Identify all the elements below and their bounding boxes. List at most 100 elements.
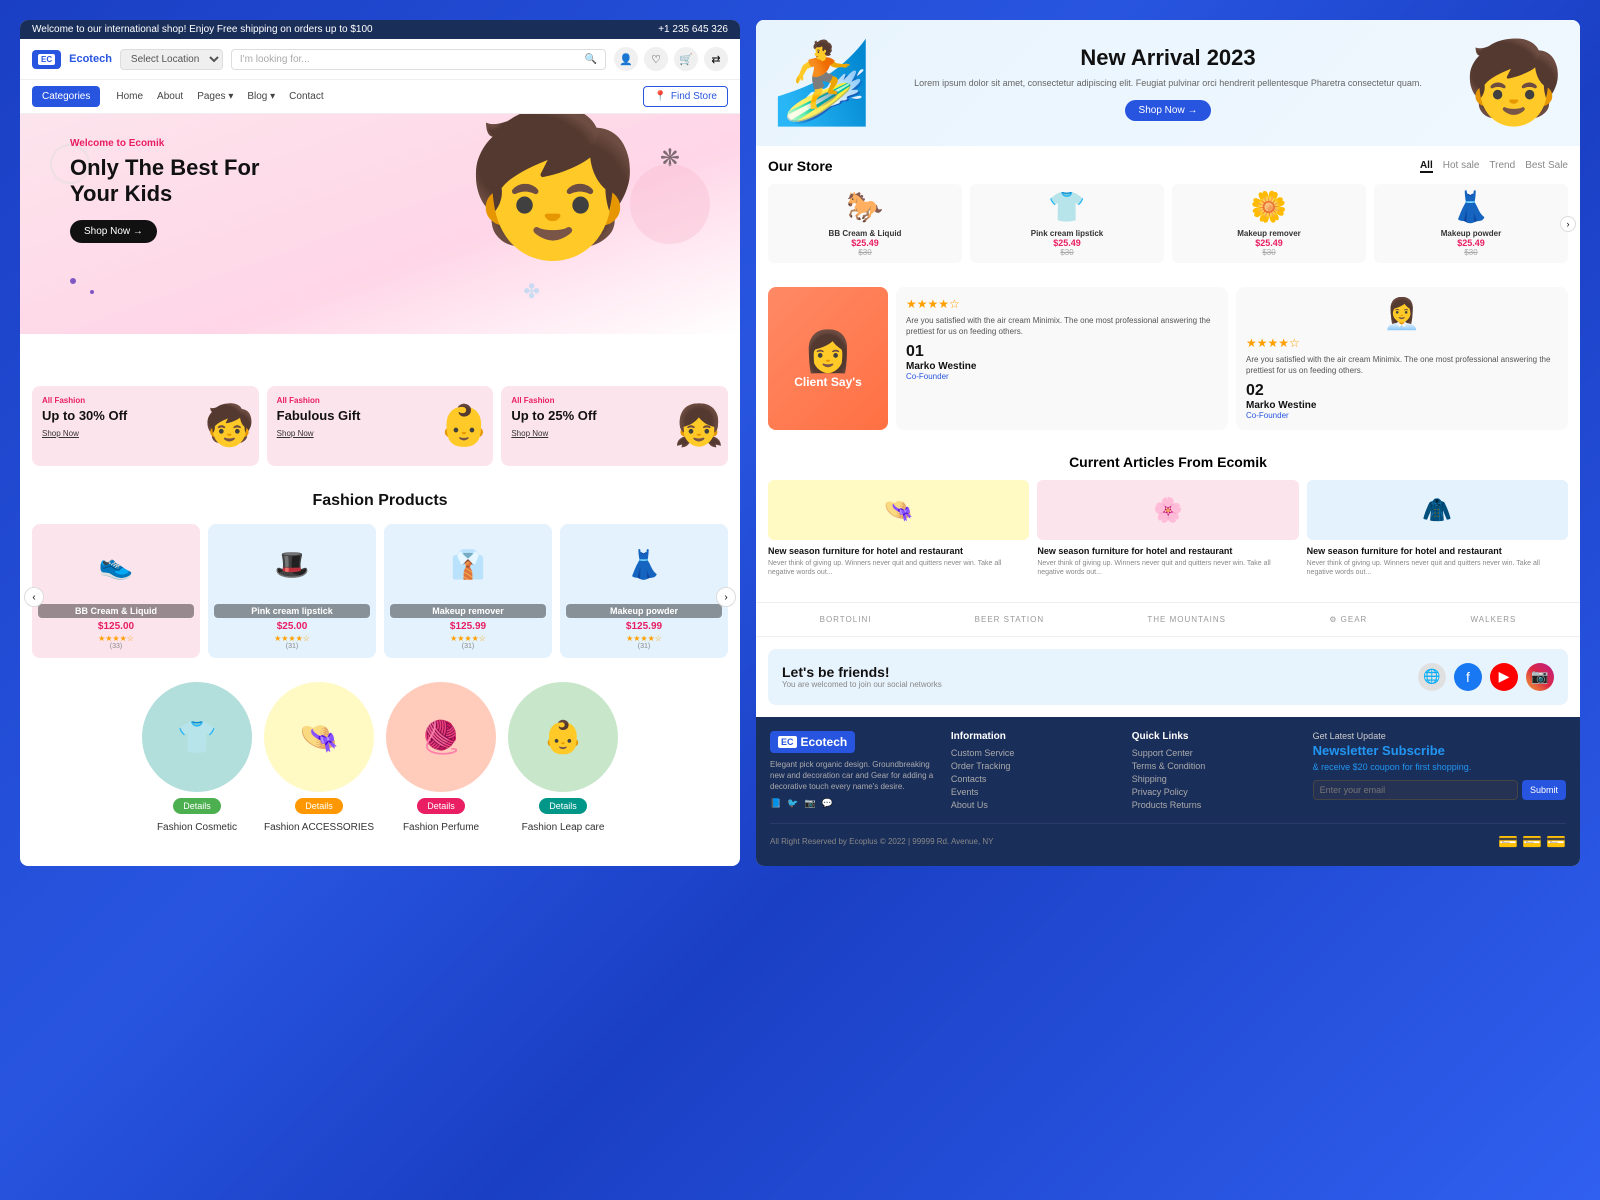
footer-info-item-4[interactable]: Events bbox=[951, 787, 1120, 797]
footer-quick-item-3[interactable]: Shipping bbox=[1132, 774, 1301, 784]
brand-mountains: THE MOUNTAINS bbox=[1147, 615, 1226, 624]
newsletter-email-input[interactable] bbox=[1313, 780, 1518, 800]
hero-cta-button[interactable]: Shop Now → bbox=[70, 220, 157, 243]
nav-contact[interactable]: Contact bbox=[289, 91, 323, 102]
cat-label-1: Fashion Cosmetic bbox=[157, 822, 237, 833]
client-figure: 👩 bbox=[803, 328, 853, 375]
hero-title-line1: Only The Best For bbox=[70, 155, 259, 180]
mastercard-icon: 💳 bbox=[1522, 832, 1542, 852]
globe-icon[interactable]: 🌐 bbox=[1418, 663, 1446, 691]
footer-tw-icon[interactable]: 🐦 bbox=[787, 798, 798, 809]
store-tab-hotsale[interactable]: Hot sale bbox=[1443, 160, 1480, 173]
brand-gear: ⚙ GEAR bbox=[1329, 615, 1367, 624]
footer-quick-item-1[interactable]: Support Center bbox=[1132, 748, 1301, 758]
fashion-section-title: Fashion Products bbox=[20, 478, 740, 524]
topbar-welcome: Welcome to our international shop! Enjoy… bbox=[32, 24, 373, 35]
store-prod-price-4: $25.49 bbox=[1380, 238, 1562, 248]
footer-msg-icon[interactable]: 💬 bbox=[822, 798, 833, 809]
cat-details-btn-1[interactable]: Details bbox=[173, 798, 221, 814]
article-2: 🌸 New season furniture for hotel and res… bbox=[1037, 480, 1298, 577]
hero-wave bbox=[20, 344, 740, 374]
find-store-button[interactable]: 📍 Find Store bbox=[643, 86, 728, 107]
nav-about[interactable]: About bbox=[157, 91, 183, 102]
footer-quick-col: Quick Links Support Center Terms & Condi… bbox=[1132, 731, 1301, 813]
store-tab-trend[interactable]: Trend bbox=[1489, 160, 1515, 173]
store-tab-bestsale[interactable]: Best Sale bbox=[1525, 160, 1568, 173]
footer-quick-item-5[interactable]: Products Returns bbox=[1132, 800, 1301, 810]
footer: EC Ecotech Elegant pick organic design. … bbox=[756, 717, 1580, 866]
footer-quick-item-4[interactable]: Privacy Policy bbox=[1132, 787, 1301, 797]
footer-ig-icon[interactable]: 📷 bbox=[804, 798, 815, 809]
topbar-phone: +1 235 645 326 bbox=[658, 24, 728, 35]
prod-reviews-4: (31) bbox=[560, 643, 728, 650]
footer-info-item-5[interactable]: About Us bbox=[951, 800, 1120, 810]
cat-circle-img-3: 🧶 bbox=[386, 682, 496, 792]
new-arrival-desc: Lorem ipsum dolor sit amet, consectetur … bbox=[882, 77, 1455, 90]
cat-circle-perfume[interactable]: 🧶 Details Fashion Perfume bbox=[386, 682, 496, 835]
prod-img-2: 🎩 bbox=[208, 524, 376, 604]
products-arrow-right[interactable]: › bbox=[716, 587, 736, 607]
store-prod-name-3: Makeup remover bbox=[1178, 229, 1360, 238]
prod-stars-1: ★★★★☆ bbox=[32, 634, 200, 643]
footer-info-item-2[interactable]: Order Tracking bbox=[951, 761, 1120, 771]
store-prod-name-2: Pink cream lipstick bbox=[976, 229, 1158, 238]
instagram-icon[interactable]: 📷 bbox=[1526, 663, 1554, 691]
store-prod-old-4: $30 bbox=[1380, 248, 1562, 257]
articles-title: Current Articles From Ecomik bbox=[768, 454, 1568, 470]
newsletter-title: Newsletter Subscribe bbox=[1313, 743, 1566, 758]
footer-social-icons: 📘 🐦 📷 💬 bbox=[770, 798, 939, 809]
prod-stars-3: ★★★★☆ bbox=[384, 634, 552, 643]
compare-icon[interactable]: ⇄ bbox=[704, 47, 728, 71]
client-main-title: Client Say's bbox=[794, 375, 862, 389]
client-stars-2: ★★★★☆ bbox=[1246, 336, 1558, 350]
social-icons: 🌐 f ▶ 📷 bbox=[1418, 663, 1554, 691]
wishlist-icon[interactable]: ♡ bbox=[644, 47, 668, 71]
footer-info-item-1[interactable]: Custom Service bbox=[951, 748, 1120, 758]
right-panel: 🏄 New Arrival 2023 Lorem ipsum dolor sit… bbox=[756, 20, 1580, 866]
categories-button[interactable]: Categories bbox=[32, 86, 100, 107]
nav-icons: 👤 ♡ 🛒 ⇄ bbox=[614, 47, 728, 71]
products-arrow-left[interactable]: ‹ bbox=[24, 587, 44, 607]
nav-home[interactable]: Home bbox=[116, 91, 143, 102]
prod-name-2: Pink cream lipstick bbox=[214, 604, 370, 618]
store-tabs: All Hot sale Trend Best Sale bbox=[1420, 160, 1568, 173]
footer-info-item-3[interactable]: Contacts bbox=[951, 774, 1120, 784]
cat-circle-accessories[interactable]: 👒 Details Fashion ACCESSORIES bbox=[264, 682, 374, 835]
newsletter-form: Submit bbox=[1313, 780, 1566, 800]
find-store-label: Find Store bbox=[671, 91, 717, 102]
search-icon[interactable]: 🔍 bbox=[585, 54, 597, 65]
store-title: Our Store bbox=[768, 158, 833, 174]
search-bar[interactable]: I'm looking for... 🔍 bbox=[231, 49, 606, 70]
cat-circle-leapcare[interactable]: 👶 Details Fashion Leap care bbox=[508, 682, 618, 835]
user-icon[interactable]: 👤 bbox=[614, 47, 638, 71]
prod-img-1: 👟 bbox=[32, 524, 200, 604]
new-arrival-section: 🏄 New Arrival 2023 Lorem ipsum dolor sit… bbox=[756, 20, 1580, 146]
cat-details-btn-4[interactable]: Details bbox=[539, 798, 587, 814]
social-text: Let's be friends! You are welcomed to jo… bbox=[782, 664, 942, 689]
new-arrival-cta[interactable]: Shop Now → bbox=[1125, 100, 1212, 121]
promo-img-1: 🧒 bbox=[205, 402, 255, 462]
newsletter-submit-button[interactable]: Submit bbox=[1522, 780, 1566, 800]
nav-pages[interactable]: Pages ▾ bbox=[197, 91, 233, 102]
cat-circle-cosmetic[interactable]: 👕 Details Fashion Cosmetic bbox=[142, 682, 252, 835]
store-prod-4: 👗 Makeup powder $25.49 $30 bbox=[1374, 184, 1568, 263]
prod-img-3: 👔 bbox=[384, 524, 552, 604]
prod-reviews-2: (31) bbox=[208, 643, 376, 650]
amex-icon: 💳 bbox=[1546, 832, 1566, 852]
cart-icon[interactable]: 🛒 bbox=[674, 47, 698, 71]
youtube-icon[interactable]: ▶ bbox=[1490, 663, 1518, 691]
hero-leaf-decor: ✤ bbox=[523, 279, 540, 304]
cat-details-btn-3[interactable]: Details bbox=[417, 798, 465, 814]
products-row: ‹ 👟 BB Cream & Liquid $125.00 ★★★★☆ (33)… bbox=[20, 524, 740, 670]
store-prod-old-1: $30 bbox=[774, 248, 956, 257]
facebook-icon[interactable]: f bbox=[1454, 663, 1482, 691]
store-arrow-right[interactable]: › bbox=[1560, 216, 1576, 232]
store-tab-all[interactable]: All bbox=[1420, 160, 1433, 173]
location-select[interactable]: Select Location bbox=[120, 49, 223, 70]
footer-quick-item-2[interactable]: Terms & Condition bbox=[1132, 761, 1301, 771]
hero-section: Welcome to Ecomik Only The Best For Your… bbox=[20, 114, 740, 334]
footer-fb-icon[interactable]: 📘 bbox=[770, 798, 781, 809]
nav-blog[interactable]: Blog ▾ bbox=[247, 91, 275, 102]
cat-details-btn-2[interactable]: Details bbox=[295, 798, 343, 814]
prod-price-4: $125.99 bbox=[560, 621, 728, 632]
